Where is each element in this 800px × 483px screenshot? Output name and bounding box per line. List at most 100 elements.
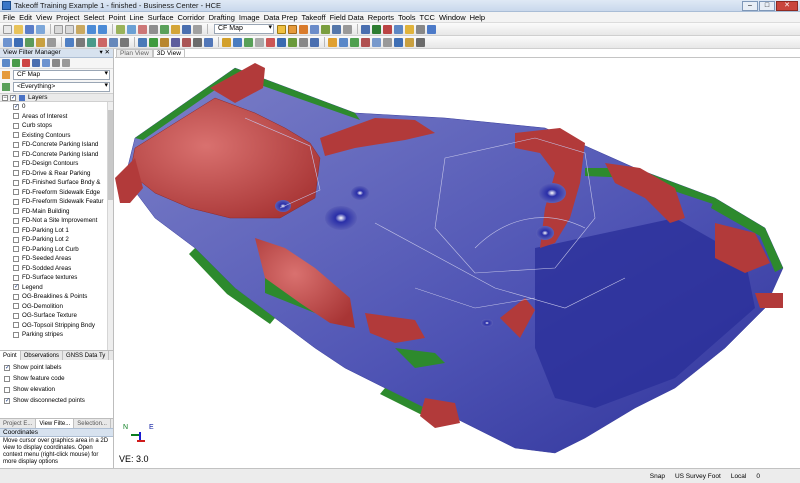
layer-row[interactable]: FD-Parking Lot 1 (0, 226, 113, 236)
highlight-icon[interactable] (277, 24, 286, 34)
offset-icon[interactable] (47, 37, 56, 47)
check-icon[interactable] (361, 37, 370, 47)
zoom-in-icon[interactable] (321, 24, 330, 34)
option-checkbox[interactable] (4, 397, 10, 404)
layer-checkbox[interactable] (13, 170, 19, 177)
tab-point[interactable]: Point (0, 351, 21, 360)
filter-properties-icon[interactable] (42, 59, 50, 67)
refresh-icon[interactable] (310, 37, 319, 47)
filter-icon[interactable] (288, 24, 297, 34)
rotate-icon[interactable] (288, 37, 297, 47)
layer-row[interactable]: FD-Freeform Sidewalk Featur (0, 197, 113, 207)
layer-checkbox[interactable] (13, 160, 19, 167)
arc-icon[interactable] (36, 37, 45, 47)
menu-edit[interactable]: Edit (19, 13, 32, 22)
layer-checkbox[interactable] (13, 293, 19, 300)
delete-filter-icon[interactable] (22, 59, 30, 67)
machine-icon[interactable] (383, 37, 392, 47)
menu-file[interactable]: File (3, 13, 15, 22)
layer-row[interactable]: FD-Drive & Rear Parking (0, 169, 113, 179)
adjust-icon[interactable] (350, 37, 359, 47)
view-filter-icon[interactable] (299, 24, 308, 34)
layer-checkbox[interactable] (13, 208, 19, 215)
layer-row[interactable]: OG-Breaklines & Points (0, 292, 113, 302)
extend-icon[interactable] (109, 37, 118, 47)
menu-tools[interactable]: Tools (398, 13, 416, 22)
menu-select[interactable]: Select (84, 13, 105, 22)
layer-row[interactable]: FD-Parking Lot 2 (0, 235, 113, 245)
tab-gnss-data-type[interactable]: GNSS Data Ty (63, 351, 110, 360)
layer-checkbox[interactable] (13, 265, 19, 272)
layer-icon[interactable] (160, 24, 169, 34)
menu-window[interactable]: Window (439, 13, 466, 22)
menu-drafting[interactable]: Drafting (209, 13, 235, 22)
layers-checkbox[interactable] (10, 94, 16, 101)
layer-row[interactable]: OG-Demolition (0, 302, 113, 312)
layer-row[interactable]: FD-Concrete Parking Island (0, 150, 113, 160)
option-checkbox[interactable] (4, 364, 10, 371)
join-icon[interactable] (120, 37, 129, 47)
status-coordinate-system[interactable]: Local (731, 473, 747, 480)
stakeout-icon[interactable] (372, 37, 381, 47)
layer-checkbox[interactable] (13, 303, 19, 310)
layer-row[interactable]: FD-Not a Site Improvement (0, 216, 113, 226)
tab-observations[interactable]: Observations (21, 351, 64, 360)
filter-select[interactable]: CF Map (13, 70, 110, 80)
select-icon[interactable] (361, 24, 370, 34)
dimension-icon[interactable] (76, 37, 85, 47)
export-design-icon[interactable] (394, 37, 403, 47)
layer-row[interactable]: Parking stripes (0, 330, 113, 340)
layer-checkbox[interactable] (13, 322, 19, 329)
layer-checkbox[interactable] (13, 255, 19, 262)
layer-list-scrollbar[interactable] (107, 102, 113, 350)
tool-icon[interactable] (416, 24, 425, 34)
layer-checkbox[interactable] (13, 151, 19, 158)
maximize-button[interactable]: □ (759, 1, 775, 11)
layer-checkbox[interactable] (13, 198, 19, 205)
report-icon[interactable] (171, 24, 180, 34)
filter-export-icon[interactable] (62, 59, 70, 67)
paste-icon[interactable] (76, 24, 85, 34)
layer-checkbox[interactable] (13, 179, 19, 186)
menu-data-prep[interactable]: Data Prep (264, 13, 298, 22)
layer-checkbox[interactable] (13, 331, 19, 338)
option-row[interactable]: Show elevation (0, 384, 113, 395)
orbit-icon[interactable] (299, 37, 308, 47)
layer-row[interactable]: Curb stops (0, 121, 113, 131)
layer-row[interactable]: Areas of Interest (0, 112, 113, 122)
tab-selection[interactable]: Selection... (74, 419, 111, 428)
layer-checkbox[interactable] (13, 113, 19, 120)
zoom-extents-icon[interactable] (310, 24, 319, 34)
menu-field-data[interactable]: Field Data (330, 13, 364, 22)
redo-icon[interactable] (98, 24, 107, 34)
layer-checkbox[interactable] (13, 217, 19, 224)
options-icon[interactable] (416, 37, 425, 47)
copy-icon[interactable] (65, 24, 74, 34)
layer-row[interactable]: FD-Surface textures (0, 273, 113, 283)
grid-icon[interactable] (182, 24, 191, 34)
cut-icon[interactable] (54, 24, 63, 34)
menu-image[interactable]: Image (239, 13, 260, 22)
status-snap[interactable]: Snap (650, 473, 665, 480)
collapse-icon[interactable]: − (2, 94, 8, 101)
3d-view-canvas[interactable]: N E VE: 3.0 (115, 57, 800, 468)
map-combo[interactable]: CF Map (214, 24, 274, 34)
layer-checkbox[interactable] (13, 274, 19, 281)
layers-header[interactable]: − Layers (0, 93, 113, 102)
menu-line[interactable]: Line (129, 13, 143, 22)
new-filter-icon[interactable] (2, 59, 10, 67)
erase-icon[interactable] (266, 37, 275, 47)
panel-pin-close[interactable]: ▾ ✕ (99, 49, 110, 57)
filter-options-icon[interactable] (52, 59, 60, 67)
import-icon[interactable] (116, 24, 125, 34)
undo-icon[interactable] (87, 24, 96, 34)
layer-checkbox[interactable] (13, 246, 19, 253)
tab-view-filter[interactable]: View Filte... (36, 419, 75, 428)
contour-icon[interactable] (138, 37, 147, 47)
layer-row[interactable]: FD-Sodded Areas (0, 264, 113, 274)
layer-row[interactable]: Existing Contours (0, 131, 113, 141)
layer-row[interactable]: FD-Main Building (0, 207, 113, 217)
layer-checkbox[interactable] (13, 227, 19, 234)
menu-help[interactable]: Help (470, 13, 485, 22)
layer-checkbox[interactable] (13, 312, 19, 319)
